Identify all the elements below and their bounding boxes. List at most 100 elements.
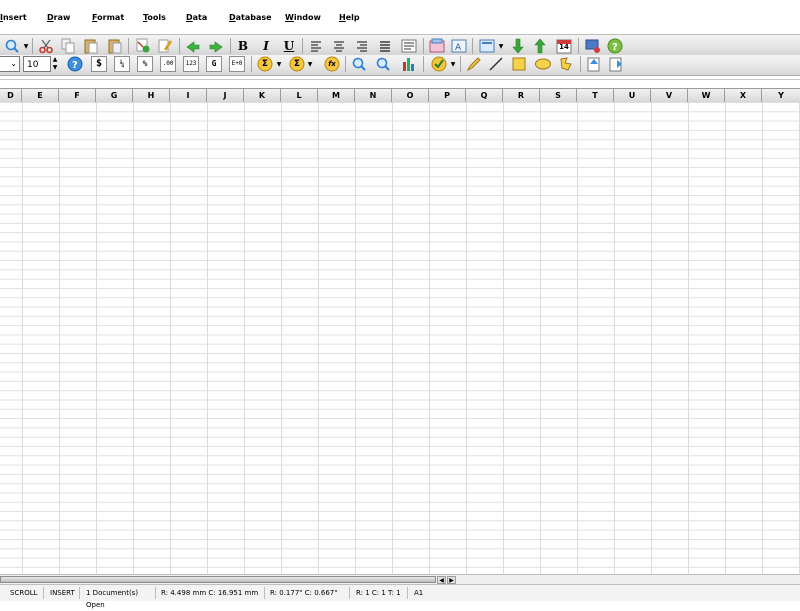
column-header[interactable]: G [96,89,133,102]
italic-button[interactable]: I [258,38,274,54]
column-header[interactable]: E [22,89,59,102]
sort-ascending-icon[interactable] [509,38,527,54]
font-size-field[interactable]: 10 [23,56,51,72]
validity-icon[interactable] [430,56,448,72]
calendar-icon[interactable]: 14 [555,38,573,54]
insert-object-icon[interactable] [428,38,446,54]
menu-window[interactable]: Window [285,13,321,22]
zoom-icon[interactable] [2,38,22,54]
position-inch-status: R: 0.177" C: 0.667" [270,587,350,599]
menu-help[interactable]: Help [339,13,360,22]
insert-chart-icon[interactable] [478,38,496,54]
help-icon[interactable]: ? [606,38,624,54]
number-format-button[interactable]: 123 [183,56,199,72]
column-header[interactable]: D [0,89,22,102]
autosum-dropdown-icon[interactable]: ▼ [306,56,314,72]
bold-button[interactable]: B [235,38,251,54]
menu-database[interactable]: Database [229,13,272,22]
spellcheck-icon[interactable] [134,38,152,54]
cell-grid[interactable] [0,102,800,574]
column-header[interactable]: P [429,89,466,102]
column-header[interactable]: H [133,89,170,102]
menu-draw[interactable]: Draw [47,13,70,22]
column-header[interactable]: R [503,89,540,102]
scroll-left-icon[interactable]: ◀ [437,576,446,584]
rectangle-icon[interactable] [510,56,528,72]
scrollbar-thumb[interactable] [0,576,436,583]
zoom-out-icon[interactable] [374,56,392,72]
text-frame-icon[interactable]: A [450,38,468,54]
column-header[interactable]: O [392,89,429,102]
font-size-spinner[interactable]: ▲ ▼ [51,56,59,72]
function-wizard-icon[interactable]: fx [323,56,341,72]
paste-icon[interactable] [82,38,100,54]
underline-button[interactable]: U [281,38,297,54]
help-agent-icon[interactable] [584,38,602,54]
page-up-icon[interactable] [585,56,603,72]
menu-format[interactable]: Format [92,13,124,22]
bar-chart-icon[interactable] [400,56,418,72]
formula-bar-divider [0,79,800,80]
align-left-icon[interactable] [308,38,324,54]
general-format-button[interactable]: G [206,56,222,72]
column-header[interactable]: U [614,89,651,102]
column-header[interactable]: M [318,89,355,102]
autosum-icon[interactable]: Σ [288,56,306,72]
menu-data[interactable]: Data [186,13,207,22]
exponent-format-button[interactable]: E+0 [229,56,245,72]
insert-mode-indicator: INSERT [50,587,80,599]
sum-symbol: Σ [261,59,269,69]
redo-icon[interactable] [207,38,225,54]
column-header[interactable]: Y [762,89,800,102]
column-header[interactable]: F [59,89,96,102]
copy-icon[interactable] [59,38,77,54]
sort-descending-icon[interactable] [531,38,549,54]
chart-dropdown-icon[interactable]: ▼ [497,38,505,54]
scroll-right-icon[interactable]: ▶ [447,576,456,584]
column-header[interactable]: L [281,89,318,102]
column-header[interactable]: I [170,89,207,102]
column-header[interactable]: T [577,89,614,102]
column-header[interactable]: W [688,89,725,102]
page-next-icon[interactable] [607,56,625,72]
column-header[interactable]: N [355,89,392,102]
ellipse-icon[interactable] [533,56,553,72]
zoom-in-icon[interactable] [350,56,368,72]
calendar-day-label: 14 [559,43,569,51]
undo-icon[interactable] [184,38,202,54]
zoom-dropdown-icon[interactable]: ▼ [22,38,30,54]
column-header[interactable]: S [540,89,577,102]
wrap-text-icon[interactable] [400,38,418,54]
function-symbol: fx [328,60,336,68]
font-name-combo[interactable]: ⌄ [0,56,20,72]
column-header[interactable]: J [207,89,244,102]
formatting-toolbar: ⌄ 10 ▲ ▼ ? $ ¼ % .00 123 G E+0 Σ ▼ Σ ▼ fx… [0,55,800,76]
documents-open-status: 1 Document(s) Open [86,587,156,609]
align-right-icon[interactable] [354,38,370,54]
autosum-symbol: Σ [293,59,301,69]
menu-tools[interactable]: Tools [143,13,166,22]
justify-icon[interactable] [377,38,393,54]
decimal-format-button[interactable]: .00 [160,56,176,72]
validity-dropdown-icon[interactable]: ▼ [449,56,457,72]
column-header[interactable]: Q [466,89,503,102]
sum-dropdown-icon[interactable]: ▼ [275,56,283,72]
menu-insert[interactable]: Insert [0,13,27,22]
pencil-icon[interactable] [465,56,483,72]
help-circle-icon[interactable]: ? [66,56,84,72]
column-header[interactable]: X [725,89,762,102]
sum-icon[interactable]: Σ [256,56,274,72]
percent-format-button[interactable]: % [137,56,153,72]
svg-text:?: ? [72,60,78,71]
format-painter-icon[interactable] [156,38,174,54]
line-icon[interactable] [487,56,505,72]
paste-special-icon[interactable] [106,38,124,54]
align-center-icon[interactable] [331,38,347,54]
menu-bar: Insert Draw Format Tools Data Database W… [0,10,800,27]
column-header[interactable]: V [651,89,688,102]
freeform-icon[interactable] [557,56,575,72]
currency-format-button[interactable]: $ [91,56,107,72]
column-header[interactable]: K [244,89,281,102]
cut-icon[interactable] [37,38,55,54]
fraction-format-button[interactable]: ¼ [114,56,130,72]
